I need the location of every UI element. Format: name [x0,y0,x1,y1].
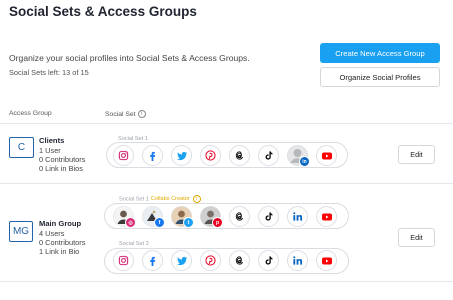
threads-icon[interactable] [229,250,250,271]
group-badge: MG [9,221,33,242]
twitter-icon[interactable] [171,250,192,271]
column-header-social-set: Social Set i [105,110,146,118]
social-set-label: Social Set 1 [116,136,150,142]
info-icon[interactable]: i [192,195,201,203]
info-icon[interactable]: i [137,110,146,118]
pinterest-badge-icon: p [212,217,223,228]
group-users: 1 User [39,146,61,155]
social-set-pill[interactable] [104,248,349,274]
social-set-label: Social Set 2 [117,241,151,247]
group-link-in-bios: 1 Link in Bio [39,247,80,256]
divider [0,281,453,282]
tiktok-icon[interactable] [258,250,279,271]
intro-text: Organize your social profiles into Socia… [9,53,250,63]
linkedin-icon[interactable] [287,206,308,227]
linkedin-profile-avatar[interactable]: in [287,145,310,167]
group-link-in-bios: 0 Link in Bios [39,164,83,173]
organize-profiles-button[interactable]: Organize Social Profiles [320,67,440,87]
facebook-profile-avatar[interactable]: f [142,206,165,228]
create-access-group-button[interactable]: Create New Access Group [320,43,440,63]
collab-creator-label: Collabs Creator [150,196,190,203]
divider [0,183,453,184]
youtube-icon[interactable] [316,206,337,227]
social-set-pill[interactable] [104,203,349,229]
instagram-icon[interactable] [113,250,134,271]
group-name[interactable]: Main Group [39,219,81,228]
group-contributors: 0 Contributors [39,155,86,164]
instagram-profile-avatar[interactable]: ◎ [113,206,136,228]
group-badge: C [9,137,34,158]
threads-icon[interactable] [229,145,250,166]
linkedin-badge-icon: in [299,156,310,167]
group-contributors: 0 Contributors [39,238,86,247]
facebook-badge-icon: f [154,217,165,228]
tiktok-icon[interactable] [258,206,279,227]
youtube-icon[interactable] [316,250,337,271]
pinterest-icon[interactable] [200,145,221,166]
youtube-icon[interactable] [316,145,337,166]
threads-icon[interactable] [229,206,250,227]
facebook-icon[interactable] [142,250,163,271]
group-users: 4 Users [39,229,65,238]
instagram-badge-icon: ◎ [125,217,136,228]
edit-button[interactable]: Edit [398,145,435,164]
tiktok-icon[interactable] [258,145,279,166]
page-title: Social Sets & Access Groups [9,4,197,19]
pinterest-icon[interactable] [200,250,221,271]
column-header-access-group: Access Group [9,110,52,117]
facebook-icon[interactable] [142,145,163,166]
group-name[interactable]: Clients [39,136,64,145]
pinterest-profile-avatar[interactable]: p [200,206,223,228]
linkedin-icon[interactable] [287,250,308,271]
twitter-profile-avatar[interactable]: t [171,206,194,228]
twitter-badge-icon: t [183,217,194,228]
divider [0,123,453,124]
social-sets-left: Social Sets left: 13 of 15 [9,68,89,77]
social-set-label: Social Set 1 Collabs Creator i [117,195,203,203]
twitter-icon[interactable] [171,145,192,166]
edit-button[interactable]: Edit [398,228,435,247]
instagram-icon[interactable] [113,145,134,166]
